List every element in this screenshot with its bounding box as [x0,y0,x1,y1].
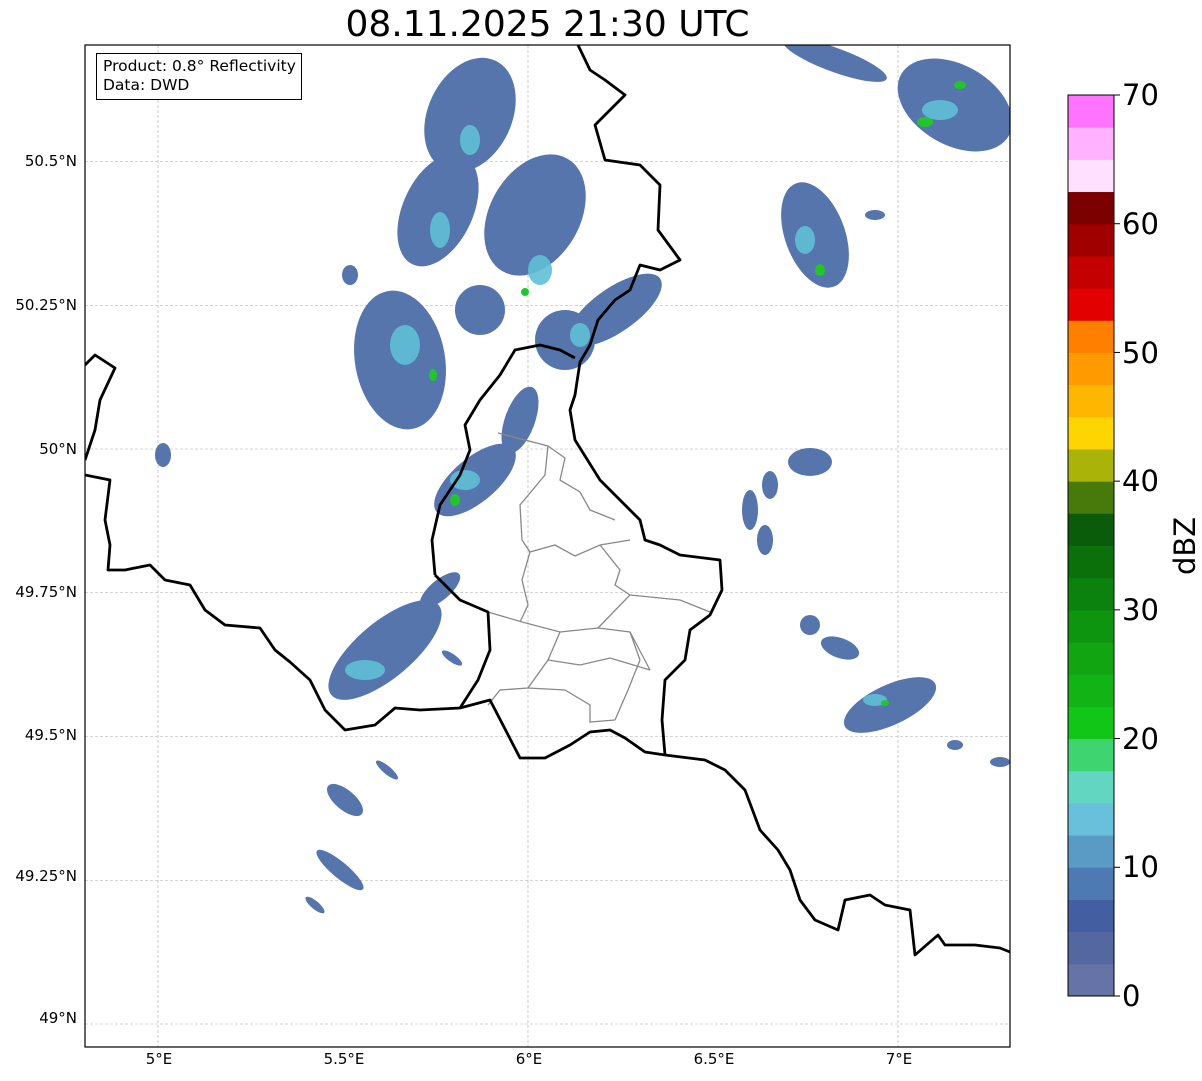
colorbar-segment [1068,448,1114,482]
echo-cell [455,285,505,335]
echo-cell [460,125,480,155]
lon-tick-label: 6°E [515,1050,543,1068]
colorbar-segment [1068,835,1114,868]
colorbar-segment [1068,513,1114,546]
lat-tick-label: 49.5°N [24,726,77,744]
radar-map [84,44,1120,1048]
echo-cell [521,288,529,296]
lat-tick-label: 50°N [39,440,77,458]
colorbar-segment [1068,159,1114,193]
product-label: Product: 0.8° Reflectivity [103,57,296,75]
colorbar-segment [1068,320,1114,353]
colorbar-tick-label: 60 [1122,207,1159,241]
lat-tick-label: 49°N [39,1009,77,1027]
colorbar-segment [1068,802,1114,836]
colorbar-segment [1068,899,1114,933]
echo-cell [450,494,460,506]
echo-cell [390,325,420,365]
echo-cell [954,81,966,89]
colorbar-segment [1068,416,1114,450]
colorbar-tick-marks [1114,94,1120,997]
echo-cell [865,210,885,220]
colorbar-segment [1068,577,1114,611]
colorbar-segment [1068,963,1114,997]
colorbar-segment [1068,223,1114,257]
colorbar-tick-label: 70 [1122,78,1159,112]
echo-cell [917,117,933,127]
echo-cell [762,471,778,499]
colorbar-segment [1068,384,1114,418]
lat-tick-label: 50.5°N [24,152,77,170]
colorbar [1068,95,1114,997]
colorbar-segment [1068,352,1114,386]
colorbar-segment [1068,770,1114,804]
echo-cell [430,212,450,248]
colorbar-segment [1068,255,1114,289]
echo-cell [795,226,815,254]
echo-cell [947,740,963,750]
colorbar-segment [1068,674,1114,707]
colorbar-segment [1068,609,1114,643]
colorbar-tick-label: 0 [1122,979,1141,1013]
colorbar-segment [1068,545,1114,579]
echo-cell [429,369,437,381]
product-info-box: Product: 0.8° Reflectivity Data: DWD [96,53,302,100]
echo-cell [570,323,590,347]
echo-cell [815,264,825,276]
echo-cell [757,525,773,555]
echo-cell [155,443,171,467]
echo-cell [922,100,958,120]
colorbar-segment [1068,191,1114,225]
colorbar-segment [1068,867,1114,900]
echo-cell [990,757,1010,767]
colorbar-segment [1068,481,1114,514]
colorbar-segment [1068,127,1114,160]
lat-tick-label: 49.75°N [15,583,77,601]
lat-tick-label: 50.25°N [15,296,77,314]
data-source-label: Data: DWD [103,76,190,94]
colorbar-segment [1068,288,1114,321]
colorbar-segment [1068,95,1114,128]
echo-cell [528,255,552,285]
lon-tick-label: 7°E [885,1050,913,1068]
colorbar-segment [1068,738,1114,772]
colorbar-tick-label: 30 [1122,593,1159,627]
echo-cell [788,448,832,476]
colorbar-segment [1068,706,1114,740]
colorbar-tick-label: 10 [1122,850,1159,884]
echo-cell [881,700,889,706]
lon-tick-label: 5°E [145,1050,173,1068]
lat-tick-label: 49.25°N [15,867,77,885]
echo-cell [450,470,480,490]
lon-tick-label: 5.5°E [323,1050,365,1068]
lon-tick-label: 6.5°E [693,1050,735,1068]
colorbar-tick-label: 20 [1122,722,1159,756]
echo-cell [742,490,758,530]
colorbar-title: dBZ [1168,516,1202,575]
colorbar-tick-label: 40 [1122,464,1159,498]
echo-cell [342,265,358,285]
colorbar-segment [1068,642,1114,675]
echo-cell [800,615,820,635]
colorbar-segment [1068,931,1114,965]
echo-cell [345,660,385,680]
colorbar-tick-label: 50 [1122,336,1159,370]
